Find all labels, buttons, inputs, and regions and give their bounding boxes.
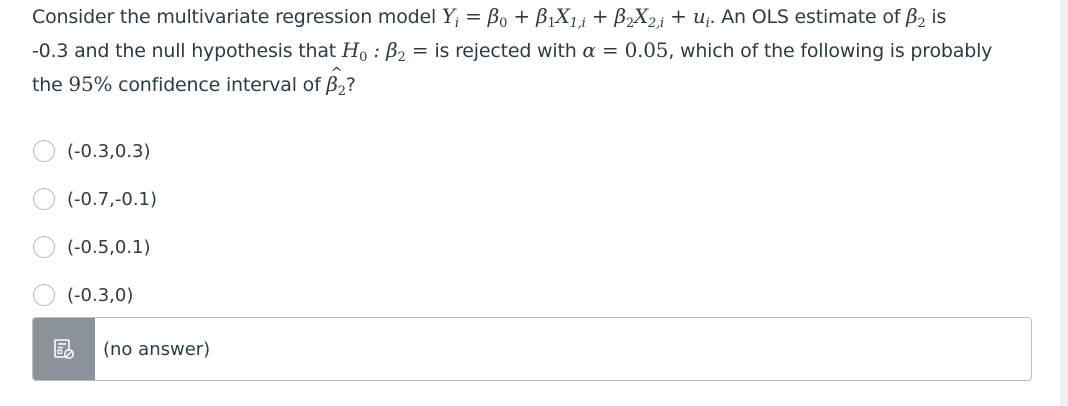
- question-text-part: -0.3 and the null hypothesis that: [32, 40, 342, 62]
- answer-option-label: (-0.5,0.1): [67, 236, 151, 258]
- question-text-part: confidence interval of: [112, 74, 327, 96]
- question-text-part: , which of the following is probably: [668, 40, 993, 62]
- question-line-1: Consider the multivariate regression mod…: [32, 0, 1032, 34]
- radio-button[interactable]: [33, 236, 55, 258]
- question-line-3: the 95% confidence interval of β2?: [32, 57, 1032, 102]
- question-text-part: ?: [345, 74, 356, 96]
- no-answer-option[interactable]: (no answer): [32, 317, 1032, 381]
- beta2-symbol: β2: [906, 4, 926, 31]
- no-answer-icon-box: [33, 318, 95, 380]
- question-text: Consider the multivariate regression mod…: [32, 0, 1032, 102]
- question-text-part: the: [32, 74, 69, 96]
- question-text-part: Consider the multivariate regression mod…: [32, 6, 442, 28]
- radio-button[interactable]: [33, 188, 55, 210]
- answer-option[interactable]: (-0.7,-0.1): [32, 175, 157, 223]
- question-line-2: -0.3 and the null hypothesis that H0 : β…: [32, 34, 1032, 68]
- beta2-hat-symbol: β2: [326, 57, 346, 101]
- answer-option-label: (-0.3,0): [67, 284, 134, 306]
- right-scroll-rail: [1060, 0, 1068, 406]
- answer-option-label: (-0.7,-0.1): [67, 188, 158, 210]
- radio-button[interactable]: [33, 140, 55, 162]
- answer-option[interactable]: (-0.5,0.1): [32, 223, 157, 271]
- answer-options: (-0.3,0.3) (-0.7,-0.1) (-0.5,0.1) (-0.3,…: [32, 127, 157, 319]
- answer-option[interactable]: (-0.3,0.3): [32, 127, 157, 175]
- question-text-part: is rejected with: [434, 40, 583, 62]
- question-text-part: . An OLS estimate of: [709, 6, 907, 28]
- regression-equation: Yi = β0 + β1X1,i + β2X2,i + ui: [441, 4, 710, 31]
- alpha-symbol: α =: [582, 38, 619, 62]
- answer-option-label: (-0.3,0.3): [67, 140, 151, 162]
- alpha-value: 0.05: [624, 38, 669, 62]
- null-hypothesis: H0 : β2 =: [341, 38, 429, 65]
- answer-option[interactable]: (-0.3,0): [32, 271, 157, 319]
- quiz-page: Consider the multivariate regression mod…: [0, 0, 1068, 406]
- radio-button[interactable]: [33, 284, 55, 306]
- no-answer-icon: [54, 339, 74, 359]
- confidence-level: 95%: [68, 72, 113, 96]
- question-text-part: is: [925, 6, 947, 28]
- no-answer-label: (no answer): [103, 338, 211, 360]
